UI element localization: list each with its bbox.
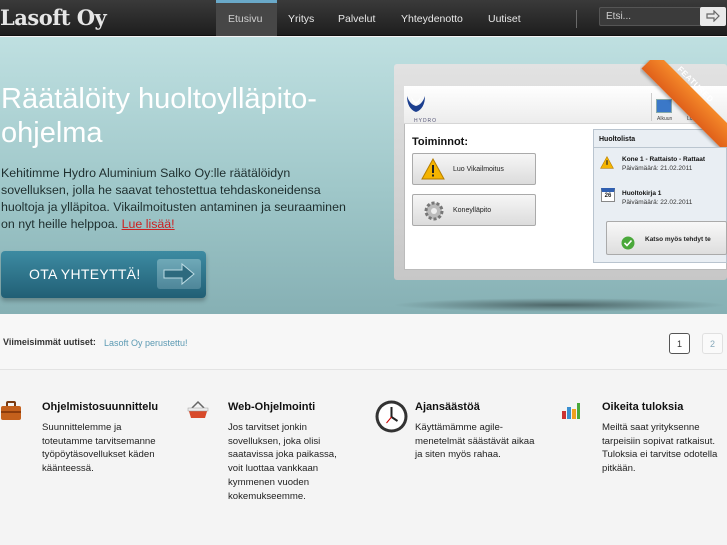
feature-text-time-saving: Käyttämämme agile- menetelmät säästävät …: [415, 421, 534, 462]
feature-text-line: Jos tarvitset jonkin: [228, 422, 307, 433]
hydro-logo-icon: [407, 95, 425, 112]
nav-item-yritys[interactable]: Yritys: [288, 0, 314, 36]
actions-title: Toiminnot:: [412, 136, 468, 148]
hydro-logo-text: HYDRO: [414, 118, 438, 124]
create-fault-report-label: Luo Vikailmoitus: [453, 166, 504, 173]
warning-icon: [600, 156, 614, 169]
feature-text-line: tarpeisiin sopivat ratkaisut.: [602, 435, 716, 447]
chart-icon: [562, 403, 580, 419]
brand-logo[interactable]: Lasoft Oy: [0, 5, 107, 30]
latest-news-link[interactable]: Lasoft Oy perustettu!: [104, 338, 188, 348]
nav-item-etusivu[interactable]: Etusivu: [216, 0, 277, 36]
search-submit-button[interactable]: [700, 7, 726, 26]
arrow-right-icon: [157, 259, 201, 289]
calendar-icon: 26: [601, 188, 615, 202]
warning-icon: [421, 158, 445, 180]
feature-text-line: voit luottaa vankkaan: [228, 463, 319, 475]
feature-text-line: käänteessä.: [42, 463, 94, 475]
contact-cta-button[interactable]: OTA YHTEYTTÄ!: [1, 251, 206, 298]
maintenance-entry-title: Huoltokirja 1: [622, 190, 662, 197]
briefcase-icon: [1, 401, 21, 420]
feature-title-web-programming: Web-Ohjelmointi: [228, 401, 316, 413]
machine-maintenance-button: Koneylläpito: [412, 194, 536, 226]
create-fault-report-button: Luo Vikailmoitus: [412, 153, 536, 185]
hero-title: Räätälöity huoltoylläpito-ohjelma: [1, 83, 317, 149]
feature-title-software-design: Ohjelmistosuunnittelu: [42, 401, 159, 413]
check-icon: [621, 236, 635, 250]
panel-divider: [594, 147, 727, 148]
feature-title-real-results: Oikeita tuloksia: [602, 401, 684, 413]
feature-text-line: toteutamme tarvitsemanne: [42, 435, 156, 447]
arrow-right-icon: [706, 9, 720, 23]
feature-text-web-programming: Jos tarvitset jonkin sovelluksen, joka o…: [228, 421, 337, 503]
feature-text-line: kokemukseemme.: [228, 490, 306, 502]
machine-maintenance-label: Koneylläpito: [453, 207, 492, 214]
monitor-shadow: [392, 298, 727, 312]
feature-text-line: Käyttämämme agile-: [415, 422, 503, 433]
read-more-link[interactable]: Lue lisää!: [122, 217, 175, 231]
feature-text-software-design: Suunnittelemme ja toteutamme tarvitseman…: [42, 421, 156, 476]
feature-text-line: saatavissa joka paikassa,: [228, 449, 337, 461]
feature-text-line: pitkään.: [602, 463, 636, 475]
nav-item-uutiset[interactable]: Uutiset: [488, 0, 521, 36]
maintenance-entry-date: Päivämäärä: 22.02.2011: [622, 199, 693, 206]
nav-divider: [576, 10, 577, 28]
contact-cta-label: OTA YHTEYTTÄ!: [29, 266, 141, 282]
feature-text-line: menetelmät säästävät aikaa: [415, 435, 535, 447]
news-page-1-button[interactable]: 1: [669, 333, 690, 354]
feature-text-line: ja siten myös rahaa.: [415, 449, 501, 461]
clock-icon: [375, 400, 408, 433]
nav-item-yhteydenotto[interactable]: Yhteydenotto: [401, 0, 463, 36]
feature-text-line: Tuloksia ei tarvitse odotella: [602, 449, 718, 461]
nav-item-palvelut[interactable]: Palvelut: [338, 0, 375, 36]
latest-news-label: Viimeisimmät uutiset:: [3, 337, 96, 347]
feature-text-line: Suunnittelemme ja: [42, 422, 122, 433]
view-completed-label: Katso myös tehdyt te: [645, 236, 711, 243]
maintenance-entry-title: Kone 1 - Rattaisto - Rattaat: [622, 156, 706, 163]
feature-title-time-saving: Ajansäästöä: [415, 401, 480, 413]
news-page-2-button[interactable]: 2: [702, 333, 723, 354]
hero-description: Kehitimme Hydro Aluminium Salko Oy:lle r…: [1, 165, 361, 233]
basket-icon: [187, 400, 209, 418]
feature-text-line: kymmenen vuoden: [228, 476, 310, 488]
feature-text-line: sovelluksen, joka olisi: [228, 435, 321, 447]
search-placeholder: Etsi...: [606, 11, 632, 22]
gear-icon: [424, 201, 444, 221]
feature-text-line: Meiltä saat yrityksenne: [602, 422, 700, 433]
view-completed-button: Katso myös tehdyt te: [606, 221, 727, 255]
maintenance-list-title: Huoltolista: [599, 136, 636, 143]
maintenance-entry-date: Päivämäärä: 21.02.2011: [622, 165, 693, 172]
feature-text-line: työpöytäsovellukset käden: [42, 449, 155, 461]
feature-text-real-results: Meiltä saat yrityksenne tarpeisiin sopiv…: [602, 421, 717, 476]
